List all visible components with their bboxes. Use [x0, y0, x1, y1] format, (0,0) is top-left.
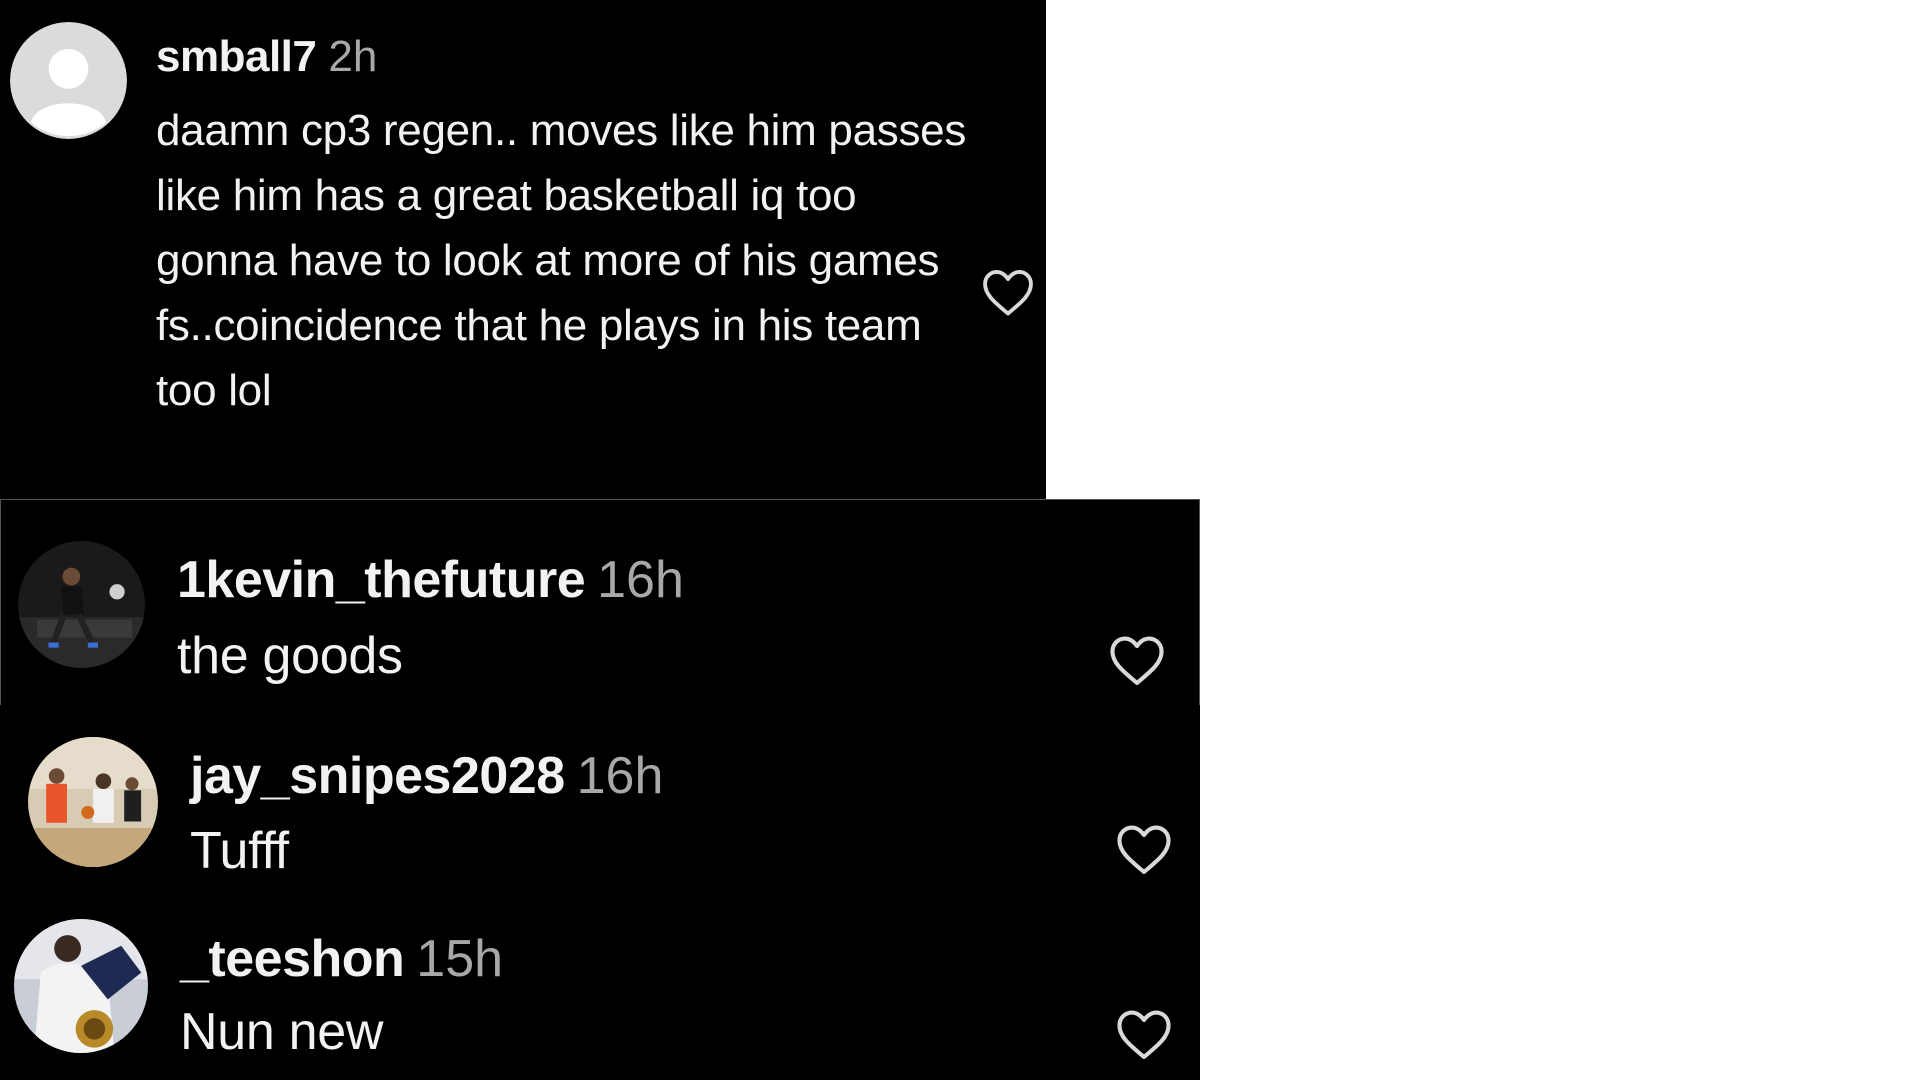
- heart-outline-icon[interactable]: [1112, 1004, 1176, 1066]
- comment-text: Nun new: [180, 1003, 384, 1061]
- timestamp: 2h: [328, 32, 378, 81]
- timestamp: 16h: [597, 551, 684, 609]
- timestamp: 15h: [416, 930, 504, 988]
- comment-item: 1kevin_thefuture 16h the goods: [0, 499, 1200, 706]
- comment-header: 1kevin_thefuture 16h: [177, 550, 684, 610]
- comment-item: _teeshon 15h Nun new: [0, 899, 1200, 1080]
- comment-screenshots: smball7 2h daamn cp3 regen.. moves like h…: [0, 0, 1920, 1080]
- username-link[interactable]: 1kevin_thefuture: [177, 551, 586, 609]
- comment-header: smball7 2h: [156, 32, 377, 82]
- profile-photo[interactable]: [14, 919, 148, 1053]
- comment-item: smball7 2h daamn cp3 regen.. moves like h…: [0, 0, 1046, 500]
- comment-text: the goods: [177, 627, 403, 685]
- heart-outline-icon[interactable]: [1105, 630, 1169, 692]
- profile-photo[interactable]: [18, 541, 145, 668]
- comment-item: jay_snipes2028 16h Tufff: [0, 705, 1200, 899]
- username-link[interactable]: _teeshon: [180, 930, 405, 988]
- default-avatar-icon[interactable]: [10, 22, 127, 139]
- comment-header: _teeshon 15h: [180, 929, 503, 989]
- profile-photo[interactable]: [28, 737, 158, 867]
- timestamp: 16h: [576, 747, 664, 805]
- heart-outline-icon[interactable]: [1112, 819, 1176, 881]
- comment-header: jay_snipes2028 16h: [190, 746, 663, 806]
- heart-outline-icon[interactable]: [978, 264, 1038, 322]
- username-link[interactable]: jay_snipes2028: [190, 747, 565, 805]
- comment-text: Tufff: [190, 822, 289, 880]
- comment-text: daamn cp3 regen.. moves like him passes …: [156, 106, 967, 415]
- username-link[interactable]: smball7: [156, 32, 317, 81]
